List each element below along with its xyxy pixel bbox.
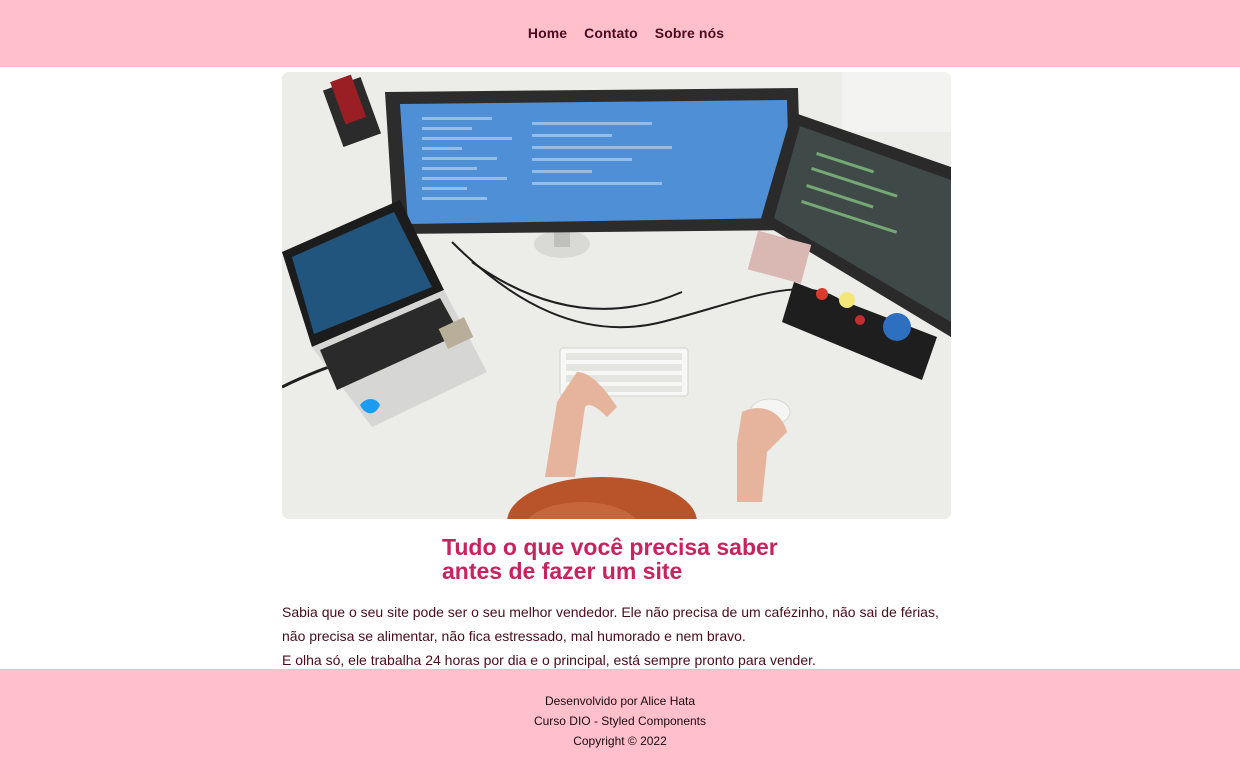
article-paragraph-1: Sabia que o seu site pode ser o seu melh… — [282, 604, 939, 644]
hero-image — [282, 72, 951, 519]
nav-item-home: Home — [528, 25, 567, 43]
article-title-line2: antes de fazer um site — [442, 558, 683, 584]
desk-workspace-illustration — [282, 72, 951, 519]
footer-copyright: Copyright © 2022 — [573, 733, 667, 748]
nav-menu: Home Contato Sobre nós — [528, 25, 724, 43]
nav-link-home[interactable]: Home — [528, 25, 567, 41]
article-title: Tudo o que você precisa saber antes de f… — [442, 535, 862, 583]
article-body: Sabia que o seu site pode ser o seu melh… — [282, 600, 962, 672]
footer-credit: Desenvolvido por Alice Hata — [544, 693, 696, 708]
nav-item-sobre: Sobre nós — [655, 25, 724, 43]
nav-link-contato[interactable]: Contato — [584, 25, 638, 41]
top-navbar: Home Contato Sobre nós — [0, 0, 1240, 67]
article-title-line1: Tudo o que você precisa saber — [442, 534, 778, 560]
nav-item-contato: Contato — [584, 25, 638, 43]
page-footer: Desenvolvido por Alice Hata Curso DIO - … — [0, 669, 1240, 774]
footer-course: Curso DIO - Styled Components — [533, 713, 707, 728]
nav-link-sobre-nos[interactable]: Sobre nós — [655, 25, 724, 41]
